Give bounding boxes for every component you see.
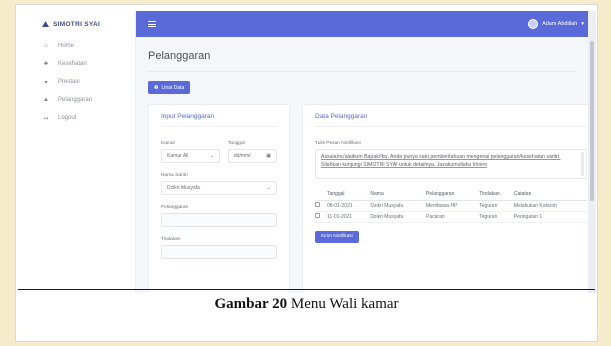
column-header[interactable]: Tindakan <box>479 189 514 201</box>
caption-rule <box>18 289 595 290</box>
warning-icon: ▲ <box>43 97 49 103</box>
pelanggaran-table: Tanggal Nama Pelanggaran Tindakan Catatan 08… <box>315 189 587 223</box>
brand-name: SIMOTRI SYAI <box>53 20 101 28</box>
nama-santri-label: Nama Santri <box>161 173 188 178</box>
sidebar-item-label: Prestasi <box>58 79 80 85</box>
kamar-value: Kamar Ali <box>167 153 189 159</box>
sidebar-item-pelanggaran[interactable]: ▲ Pelanggaran <box>28 91 135 109</box>
notif-textarea[interactable]: Assalamu'alaikum Bapak/Ibu, Anda punya s… <box>315 149 587 179</box>
nama-santri-select[interactable]: Dzikri Musyafa ⌄ <box>161 181 277 195</box>
textarea-scrollbar[interactable] <box>581 152 584 176</box>
info-icon: ❶ <box>154 84 159 91</box>
sidebar-item-kesehatan[interactable]: ♣ Kesehatan <box>28 55 135 73</box>
avatar <box>528 19 539 29</box>
menu-toggle-icon[interactable] <box>148 21 156 27</box>
sidebar: SIMOTRI SYAI ⌂ Home ♣ Kesehatan ▾ Prestasi ▲ Pe… <box>28 11 136 293</box>
row-checkbox-cell <box>315 211 327 223</box>
table-cell: Teguran <box>479 200 514 212</box>
caption-number: Gambar 20 <box>214 296 288 312</box>
tanggal-label: Tanggal <box>227 141 245 146</box>
caption-text: Menu Wali kamar <box>287 296 399 312</box>
notif-label: Tulis Pesan Notifikasi <box>315 141 361 146</box>
table-cell: Dzikri Musyafa <box>370 211 427 223</box>
column-header[interactable]: Pelanggaran <box>426 189 480 201</box>
user-name: Adam Abdillah <box>542 21 578 27</box>
table-cell: Membawa HP <box>426 200 480 212</box>
main-content: Pelanggaran ❶ Lihat Data Input Pelanggar… <box>136 37 596 293</box>
input-pelanggaran-card: Input Pelanggaran Kamar Kamar Ali ⌄ Tang… <box>148 104 290 293</box>
table-cell: Dzikri Musyafa <box>370 200 427 212</box>
column-header[interactable]: Tanggal <box>327 189 371 201</box>
row-checkbox[interactable] <box>315 213 320 218</box>
figure-caption: Gambar 20 Menu Wali kamar <box>16 296 597 313</box>
table-cell: Pacaran <box>426 211 480 223</box>
figure-frame: SIMOTRI SYAI ⌂ Home ♣ Kesehatan ▾ Prestasi ▲ Pe… <box>15 4 598 342</box>
kirim-notifikasi-label: Kirim Notifikasi <box>321 234 353 239</box>
chevron-down-icon: ▾ <box>581 21 584 27</box>
table-row[interactable]: 08-01-2021 Dzikri Musyafa Membawa HP Tegura… <box>315 200 587 212</box>
sidebar-item-label: Home <box>58 43 75 49</box>
kamar-label: Kamar <box>161 141 176 146</box>
sidebar-item-label: Logout <box>58 115 77 121</box>
topbar: Adam Abdillah ▾ <box>136 11 596 37</box>
scrollbar-thumb[interactable] <box>590 41 594 201</box>
data-card-title: Data Pelanggaran <box>315 113 587 127</box>
row-checkbox[interactable] <box>315 202 320 207</box>
kamar-select[interactable]: Kamar Ali ⌄ <box>161 149 220 163</box>
sidebar-item-label: Pelanggaran <box>58 97 93 103</box>
sidebar-item-logout[interactable]: ↦ Logout <box>28 109 135 127</box>
table-header-row: Tanggal Nama Pelanggaran Tindakan Catatan <box>315 189 587 201</box>
lihat-data-label: Lihat Data <box>161 84 185 91</box>
lihat-data-button[interactable]: ❶ Lihat Data <box>148 81 191 94</box>
logout-icon: ↦ <box>43 115 49 122</box>
sidebar-item-home[interactable]: ⌂ Home <box>28 37 135 55</box>
column-header[interactable]: Nama <box>370 189 427 201</box>
column-header[interactable]: Catatan <box>513 189 587 201</box>
sidebar-item-prestasi[interactable]: ▾ Prestasi <box>28 73 135 91</box>
brand[interactable]: SIMOTRI SYAI <box>28 11 135 37</box>
health-icon: ♣ <box>44 61 48 67</box>
trophy-icon: ▾ <box>44 79 48 86</box>
calendar-icon[interactable]: ▣ <box>266 153 271 159</box>
home-icon: ⌂ <box>44 43 48 49</box>
table-row[interactable]: 11-01-2021 Dzikri Musyafa Pacaran Teguran Pe… <box>315 211 587 223</box>
table-cell: 11-01-2021 <box>327 211 371 223</box>
tanggal-value: dd/mm/ <box>233 153 251 159</box>
brand-logo-icon <box>42 21 49 27</box>
sidebar-item-label: Kesehatan <box>58 61 87 67</box>
pelanggaran-label: Pelanggaran <box>161 205 189 210</box>
page-title: Pelanggaran <box>148 50 576 72</box>
input-card-title: Input Pelanggaran <box>161 113 277 127</box>
notif-text: Assalamu'alaikum Bapak/Ibu, Anda punya s… <box>321 154 561 168</box>
user-menu[interactable]: Adam Abdillah ▾ <box>528 19 584 29</box>
tindakan-label: Tindakan <box>161 237 181 242</box>
kirim-notifikasi-button[interactable]: Kirim Notifikasi <box>315 230 359 243</box>
chevron-down-icon: ⌄ <box>266 185 271 191</box>
table-cell: Peringatan 1 <box>513 211 587 223</box>
table-cell: Melakukan Kafaroh <box>513 200 587 212</box>
tanggal-input[interactable]: dd/mm/ ▣ <box>227 149 277 163</box>
chevron-down-icon: ⌄ <box>209 153 214 159</box>
pelanggaran-input[interactable] <box>161 213 277 227</box>
row-checkbox-cell <box>315 200 327 212</box>
page-scrollbar[interactable] <box>588 11 596 293</box>
table-cell: 08-01-2021 <box>327 200 371 212</box>
app-screenshot: SIMOTRI SYAI ⌂ Home ♣ Kesehatan ▾ Prestasi ▲ Pe… <box>28 11 596 293</box>
table-cell: Teguran <box>479 211 514 223</box>
data-pelanggaran-card: Data Pelanggaran Tulis Pesan Notifikasi … <box>302 104 596 293</box>
tindakan-input[interactable] <box>161 245 277 259</box>
nama-santri-value: Dzikri Musyafa <box>167 185 200 191</box>
